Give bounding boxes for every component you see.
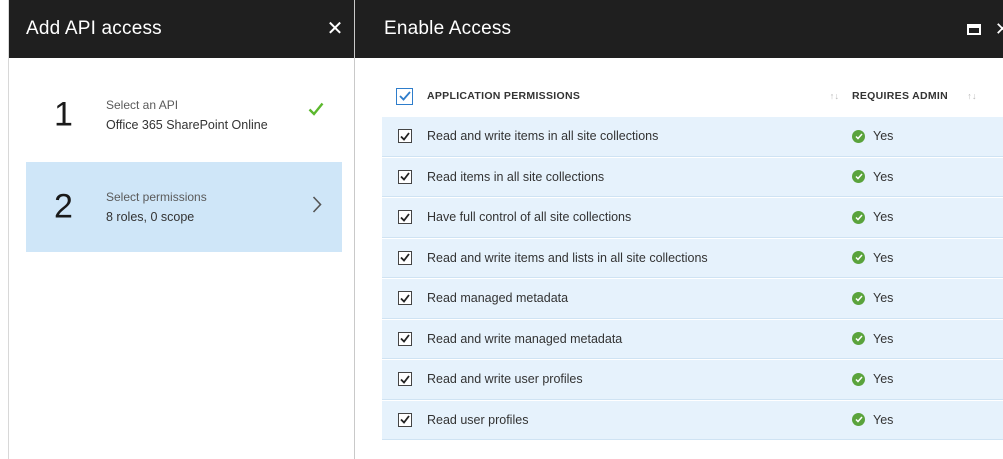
permission-name: Read and write user profiles (427, 372, 583, 387)
requires-admin-text: Yes (873, 291, 894, 306)
blade-title: Enable Access (384, 18, 512, 39)
check-circle-icon (852, 291, 865, 305)
column-header-admin[interactable]: REQUIRES ADMIN (852, 90, 962, 102)
table-row[interactable]: Read items in all site collections Yes (382, 156, 1003, 197)
table-row[interactable]: Read managed metadata Yes (382, 278, 1003, 319)
row-checkbox[interactable] (397, 210, 412, 225)
requires-admin-text: Yes (873, 331, 894, 346)
step-number: 2 (54, 187, 73, 226)
requires-admin-text: Yes (873, 210, 894, 225)
sort-icon[interactable]: ↑↓ (962, 91, 982, 101)
requires-admin-value: Yes (852, 251, 962, 265)
table-row[interactable]: Read and write managed metadata Yes (382, 318, 1003, 359)
enable-access-blade: Enable Access ✕ APPLICATION PERMISSIONS … (354, 0, 1003, 459)
step-subtitle: 8 roles, 0 scope (106, 210, 195, 224)
check-circle-icon (852, 170, 865, 184)
requires-admin-value: Yes (852, 129, 962, 143)
chevron-right-icon (312, 196, 322, 219)
row-checkbox[interactable] (397, 412, 412, 427)
permission-name: Read user profiles (427, 412, 529, 427)
requires-admin-text: Yes (873, 169, 894, 184)
row-checkbox[interactable] (397, 169, 412, 184)
requires-admin-value: Yes (852, 372, 962, 386)
row-checkbox[interactable] (397, 129, 412, 144)
requires-admin-text: Yes (873, 372, 894, 387)
table-row[interactable]: Read and write items in all site collect… (382, 116, 1003, 157)
table-header: APPLICATION PERMISSIONS ↑↓ REQUIRES ADMI… (382, 76, 1003, 116)
table-row[interactable]: Read and write user profiles Yes (382, 359, 1003, 400)
check-circle-icon (852, 372, 865, 386)
requires-admin-text: Yes (873, 250, 894, 265)
header-actions: ✕ (966, 19, 1003, 40)
step-title: Select an API (106, 98, 179, 112)
wizard-steps: 1 Select an API Office 365 SharePoint On… (9, 80, 354, 252)
requires-admin-text: Yes (873, 129, 894, 144)
sort-icon[interactable]: ↑↓ (817, 91, 852, 101)
step-select-api[interactable]: 1 Select an API Office 365 SharePoint On… (26, 80, 342, 150)
check-circle-icon (852, 251, 865, 265)
table-row[interactable]: Have full control of all site collection… (382, 197, 1003, 238)
close-icon[interactable]: ✕ (326, 19, 344, 39)
check-circle-icon (852, 413, 865, 427)
requires-admin-value: Yes (852, 332, 962, 346)
row-checkbox[interactable] (397, 250, 412, 265)
requires-admin-value: Yes (852, 170, 962, 184)
permission-name: Read and write items in all site collect… (427, 129, 659, 144)
step-select-permissions[interactable]: 2 Select permissions 8 roles, 0 scope (26, 162, 342, 252)
maximize-icon[interactable] (966, 23, 981, 35)
requires-admin-value: Yes (852, 291, 962, 305)
step-title: Select permissions (106, 190, 207, 204)
close-icon[interactable]: ✕ (995, 19, 1003, 40)
requires-admin-value: Yes (852, 413, 962, 427)
select-all-checkbox[interactable] (396, 87, 413, 105)
check-circle-icon (852, 332, 865, 346)
column-header-permissions[interactable]: APPLICATION PERMISSIONS (427, 90, 817, 102)
requires-admin-text: Yes (873, 412, 894, 427)
permission-name: Read and write items and lists in all si… (427, 250, 708, 265)
table-row[interactable]: Read user profiles Yes (382, 399, 1003, 440)
blade-header: Add API access ✕ (9, 0, 354, 58)
permissions-table: APPLICATION PERMISSIONS ↑↓ REQUIRES ADMI… (382, 76, 1003, 440)
row-checkbox[interactable] (397, 331, 412, 346)
permission-name: Have full control of all site collection… (427, 210, 632, 225)
blade-title: Add API access (26, 18, 162, 39)
step-subtitle: Office 365 SharePoint Online (106, 118, 268, 132)
step-number: 1 (54, 95, 73, 134)
permission-name: Read items in all site collections (427, 169, 605, 184)
permission-name: Read and write managed metadata (427, 331, 623, 346)
row-checkbox[interactable] (397, 291, 412, 306)
requires-admin-value: Yes (852, 210, 962, 224)
blade-header: Enable Access ✕ (355, 0, 1003, 58)
check-circle-icon (852, 129, 865, 143)
row-checkbox[interactable] (397, 372, 412, 387)
check-circle-icon (852, 210, 865, 224)
check-icon (308, 102, 324, 121)
permission-name: Read managed metadata (427, 291, 569, 306)
add-api-access-blade: Add API access ✕ 1 Select an API Office … (8, 0, 354, 459)
table-row[interactable]: Read and write items and lists in all si… (382, 237, 1003, 278)
